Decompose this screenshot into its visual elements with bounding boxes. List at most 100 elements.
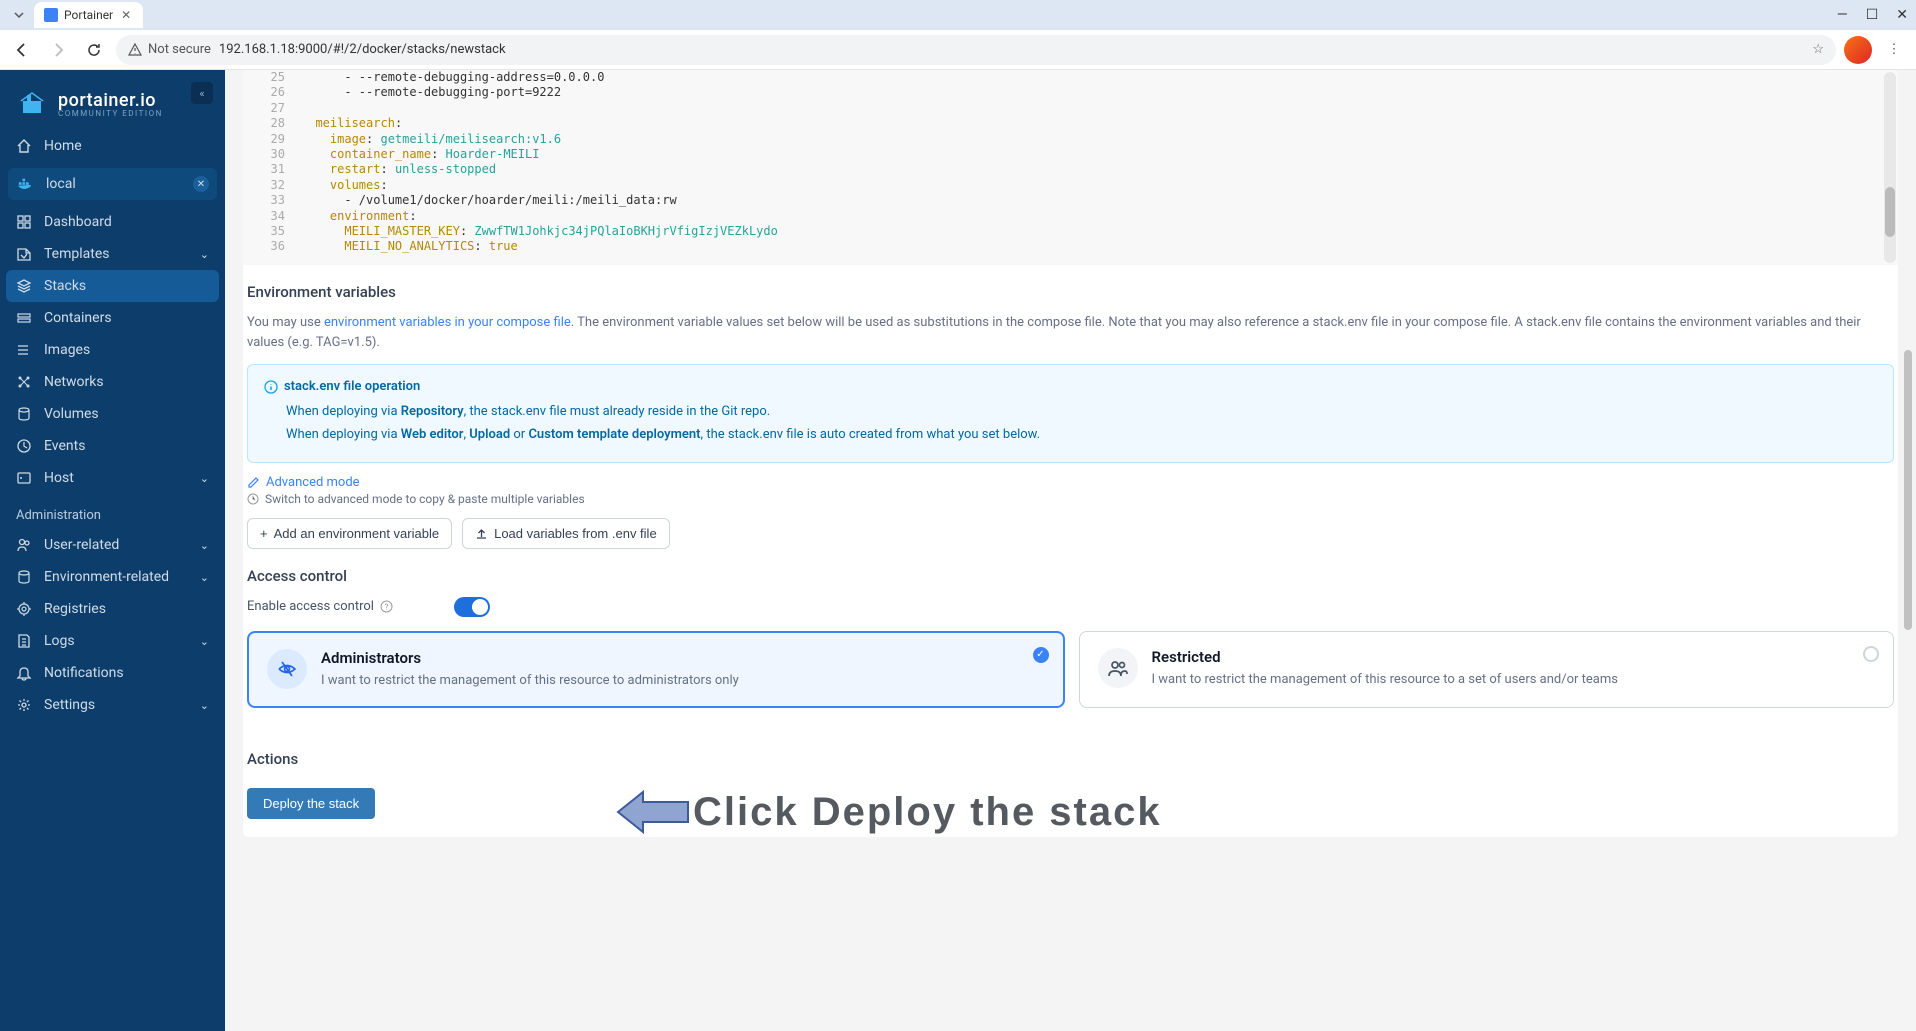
plus-icon: + xyxy=(260,526,268,541)
profile-avatar[interactable] xyxy=(1844,36,1872,64)
edit-icon xyxy=(247,476,260,489)
forward-button[interactable] xyxy=(44,36,72,64)
card-description: I want to restrict the management of thi… xyxy=(1152,670,1618,690)
registries-icon xyxy=(16,601,32,617)
editor-scroll-thumb[interactable] xyxy=(1885,187,1895,237)
window-controls: — ☐ ✕ xyxy=(1837,7,1908,23)
sidebar-item-logs[interactable]: Logs⌄ xyxy=(0,625,225,657)
bookmark-star-icon[interactable]: ☆ xyxy=(1812,42,1824,57)
browser-menu-icon[interactable]: ⋮ xyxy=(1880,42,1908,57)
page-scroll-thumb[interactable] xyxy=(1904,350,1912,630)
containers-icon xyxy=(16,310,32,326)
tab-close-icon[interactable]: ✕ xyxy=(119,8,133,22)
env-icon xyxy=(16,569,32,585)
sidebar-item-containers[interactable]: Containers xyxy=(0,302,225,334)
sidebar-environment-selector[interactable]: local ✕ xyxy=(8,168,217,200)
images-icon xyxy=(16,342,32,358)
security-warning[interactable]: Not secure xyxy=(128,42,211,57)
nav-label: Templates xyxy=(44,246,110,262)
nav-label: local xyxy=(46,176,76,192)
nav-label: Host xyxy=(44,470,74,486)
portainer-logo-icon xyxy=(16,88,48,120)
sidebar-item-volumes[interactable]: Volumes xyxy=(0,398,225,430)
sidebar-item-settings[interactable]: Settings⌄ xyxy=(0,689,225,721)
tab-title: Portainer xyxy=(64,8,113,22)
section-title: Actions xyxy=(247,750,1894,768)
sidebar-collapse-button[interactable]: « xyxy=(191,82,213,104)
actions-section: Actions Deploy the stack xyxy=(247,732,1894,819)
chevron-down-icon: ⌄ xyxy=(200,635,209,648)
stackenv-info-box: stack.env file operation When deploying … xyxy=(247,364,1894,463)
editor-gutter: 252627282930313233343536 xyxy=(243,70,293,255)
main-content: 252627282930313233343536 - --remote-debu… xyxy=(225,70,1916,1031)
main-panel: 252627282930313233343536 - --remote-debu… xyxy=(243,70,1898,837)
nav-label: Stacks xyxy=(44,278,86,294)
home-icon xyxy=(16,138,32,154)
sidebar-item-stacks[interactable]: Stacks xyxy=(6,270,219,302)
sidebar-item-environment-related[interactable]: Environment-related⌄ xyxy=(0,561,225,593)
sidebar-item-networks[interactable]: Networks xyxy=(0,366,225,398)
editor-content[interactable]: - --remote-debugging-address=0.0.0.0 - -… xyxy=(243,70,1898,255)
admin-section-title: Administration xyxy=(0,494,225,529)
logs-icon xyxy=(16,633,32,649)
sidebar-item-events[interactable]: Events xyxy=(0,430,225,462)
advanced-mode-tip: Switch to advanced mode to copy & paste … xyxy=(247,492,1894,506)
close-env-icon[interactable]: ✕ xyxy=(193,176,209,192)
templates-icon xyxy=(16,246,32,262)
radio-unselected-icon xyxy=(1863,646,1879,662)
browser-titlebar: Portainer ✕ — ☐ ✕ xyxy=(0,0,1916,30)
sidebar-item-notifications[interactable]: Notifications xyxy=(0,657,225,689)
maximize-button[interactable]: ☐ xyxy=(1866,7,1879,23)
access-control-toggle[interactable] xyxy=(454,597,490,617)
sidebar-item-dashboard[interactable]: Dashboard xyxy=(0,206,225,238)
sidebar-item-registries[interactable]: Registries xyxy=(0,593,225,625)
svg-text:?: ? xyxy=(385,603,389,612)
tabs-dropdown-icon[interactable] xyxy=(8,4,30,26)
sidebar-item-user-related[interactable]: User-related⌄ xyxy=(0,529,225,561)
section-title: Environment variables xyxy=(247,283,1894,301)
compose-editor[interactable]: 252627282930313233343536 - --remote-debu… xyxy=(243,70,1898,265)
access-toggle-label: Enable access control ? xyxy=(247,599,442,614)
users-icon xyxy=(16,537,32,553)
env-vars-docs-link[interactable]: environment variables in your compose fi… xyxy=(324,315,571,330)
sidebar-item-images[interactable]: Images xyxy=(0,334,225,366)
volumes-icon xyxy=(16,406,32,422)
reload-button[interactable] xyxy=(80,36,108,64)
card-title: Restricted xyxy=(1152,648,1618,666)
editor-scrollbar[interactable] xyxy=(1884,72,1896,263)
page-scrollbar[interactable] xyxy=(1900,70,1916,1031)
notifications-icon xyxy=(16,665,32,681)
sidebar: portainer.io COMMUNITY EDITION « Home lo… xyxy=(0,70,225,1031)
settings-icon xyxy=(16,697,32,713)
deploy-stack-button[interactable]: Deploy the stack xyxy=(247,788,375,819)
nav-label: Registries xyxy=(44,601,106,617)
nav-label: Images xyxy=(44,342,90,358)
close-button[interactable]: ✕ xyxy=(1896,7,1908,23)
add-env-var-button[interactable]: + Add an environment variable xyxy=(247,518,452,549)
sidebar-item-host[interactable]: Host⌄ xyxy=(0,462,225,494)
url-bar[interactable]: Not secure 192.168.1.18:9000/#!/2/docker… xyxy=(116,35,1836,65)
users-icon xyxy=(1098,648,1138,688)
nav-label: Networks xyxy=(44,374,104,390)
browser-tab[interactable]: Portainer ✕ xyxy=(34,2,143,28)
stacks-icon xyxy=(16,278,32,294)
back-button[interactable] xyxy=(8,36,36,64)
brand-name: portainer.io xyxy=(58,90,163,111)
section-title: Access control xyxy=(247,567,1894,585)
sidebar-item-templates[interactable]: Templates⌄ xyxy=(0,238,225,270)
sidebar-item-home[interactable]: Home xyxy=(0,130,225,162)
host-icon xyxy=(16,470,32,486)
minimize-button[interactable]: — xyxy=(1837,7,1848,23)
dashboard-icon xyxy=(16,214,32,230)
browser-toolbar: Not secure 192.168.1.18:9000/#!/2/docker… xyxy=(0,30,1916,70)
tab-favicon-icon xyxy=(44,8,58,22)
nav-label: Volumes xyxy=(44,406,99,422)
access-control-section: Access control Enable access control ? xyxy=(247,549,1894,709)
access-card-administrators[interactable]: Administrators I want to restrict the ma… xyxy=(247,631,1065,709)
chevron-down-icon: ⌄ xyxy=(200,571,209,584)
access-card-restricted[interactable]: Restricted I want to restrict the manage… xyxy=(1079,631,1895,709)
load-env-file-button[interactable]: Load variables from .env file xyxy=(462,518,670,549)
advanced-mode-link[interactable]: Advanced mode xyxy=(247,475,1894,490)
help-icon[interactable]: ? xyxy=(380,600,393,613)
nav-label: User-related xyxy=(44,537,119,553)
